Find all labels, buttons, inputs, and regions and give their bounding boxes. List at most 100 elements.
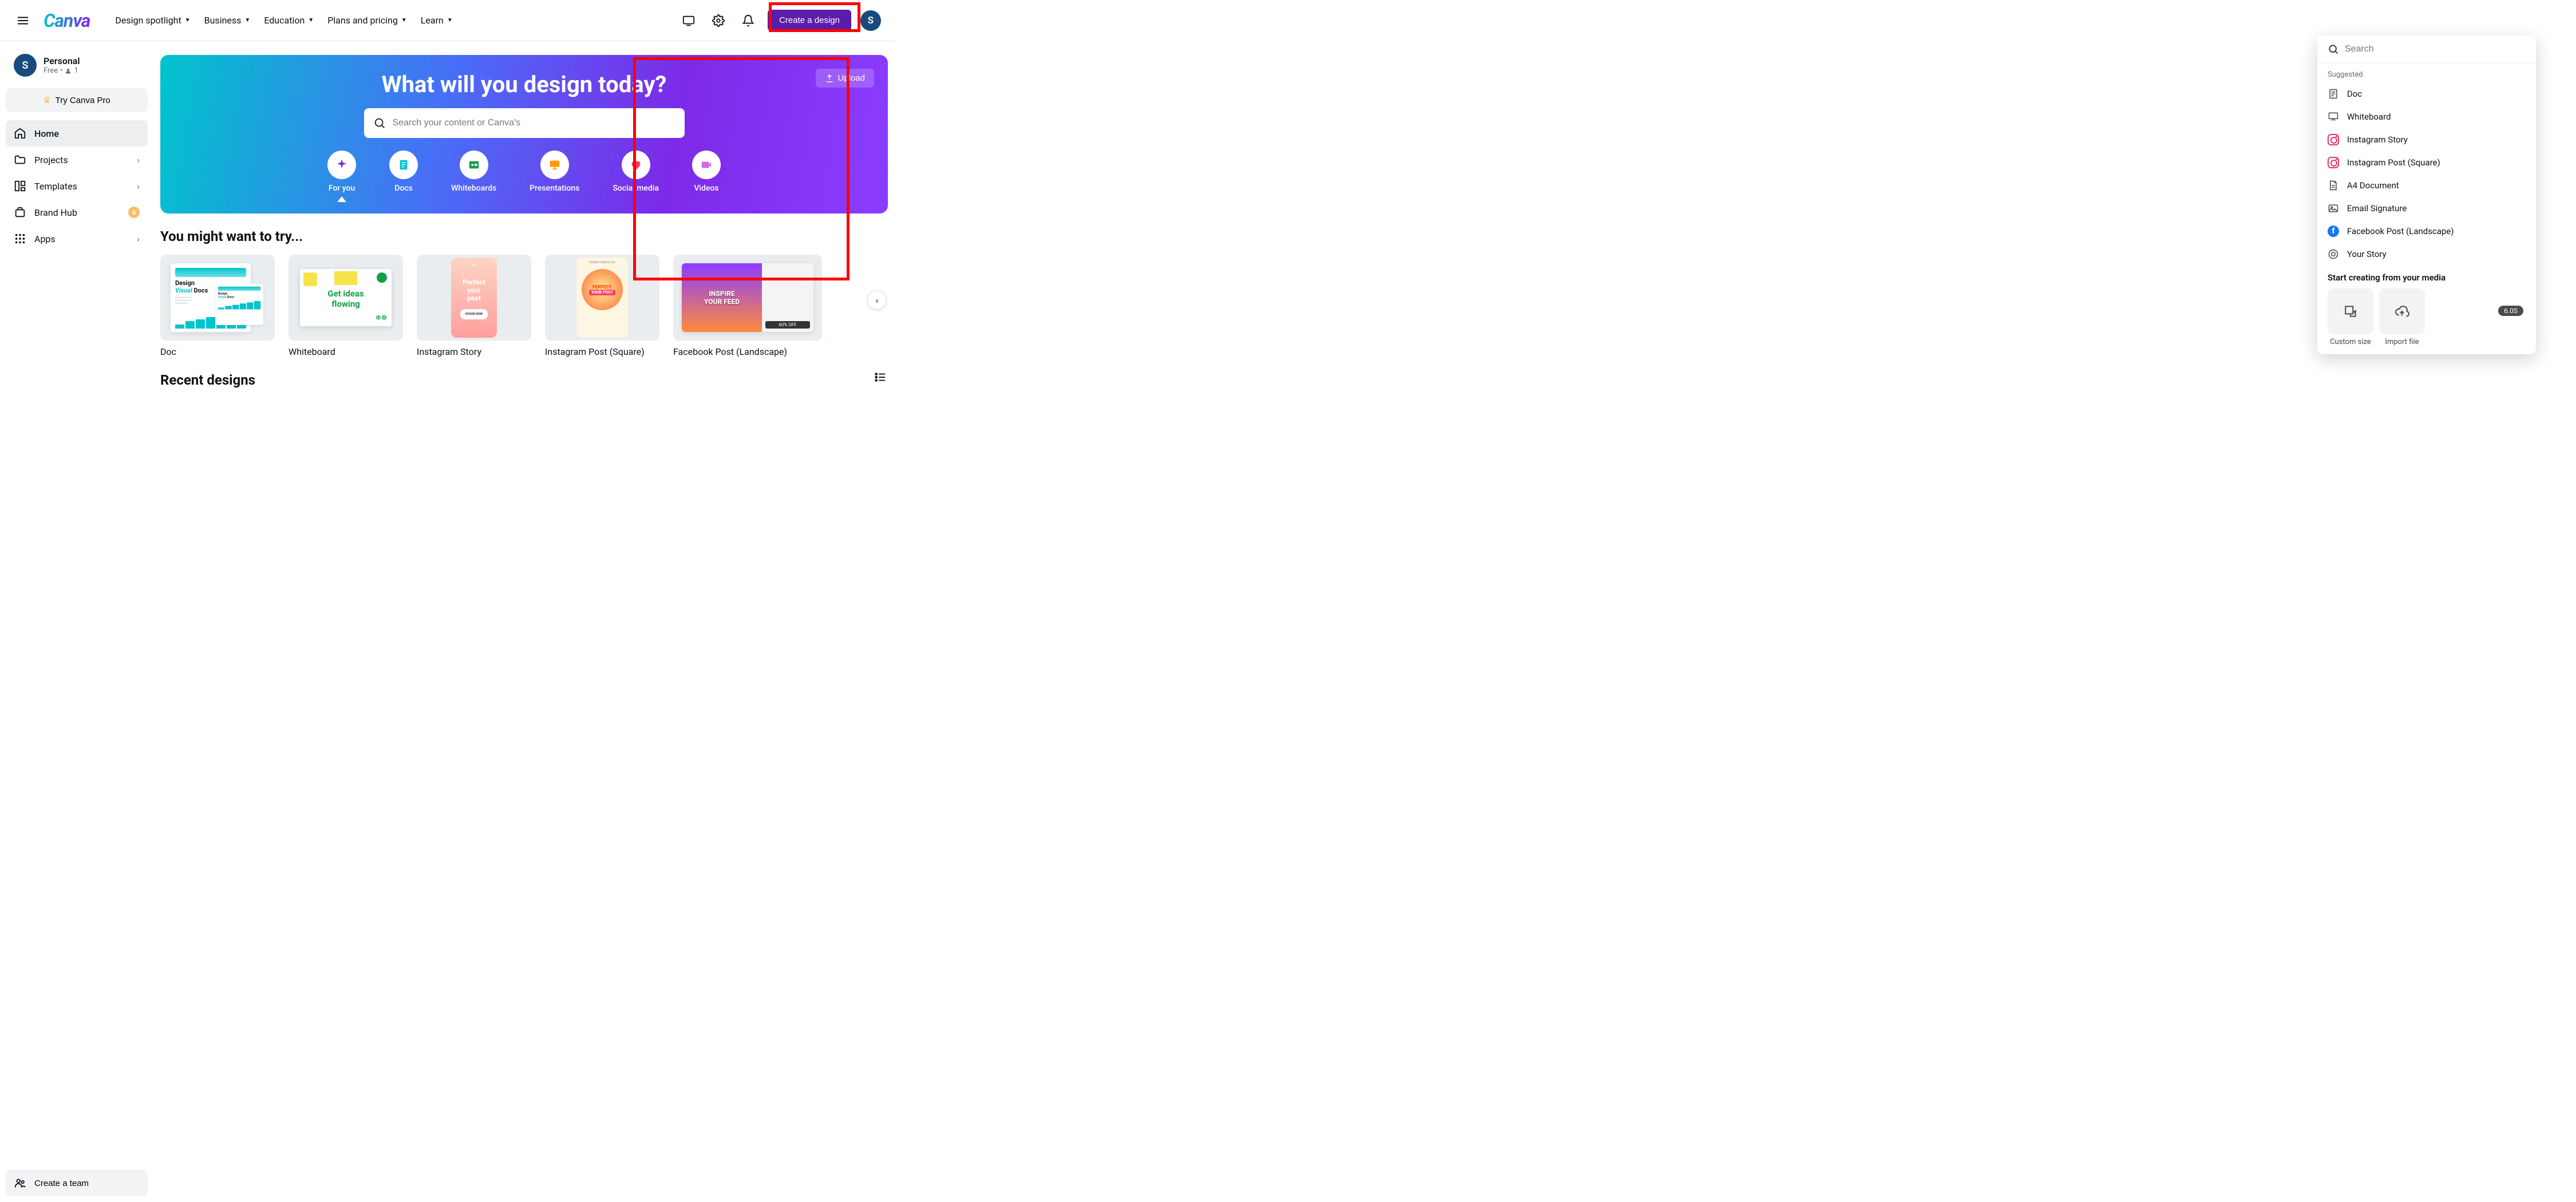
- gear-icon[interactable]: [708, 10, 729, 31]
- top-nav: Canva Design spotlight▼ Business▼ Educat…: [0, 0, 895, 41]
- thumb-text: Docs: [226, 295, 234, 299]
- bell-icon[interactable]: [738, 10, 758, 31]
- try-row: Design Visual Docs ━━━━━━━━━━━━━━━━━━━━━…: [160, 255, 888, 357]
- nav-label: Design spotlight: [115, 15, 181, 26]
- members-count: 1: [74, 66, 78, 75]
- try-card-doc[interactable]: Design Visual Docs ━━━━━━━━━━━━━━━━━━━━━…: [160, 255, 275, 357]
- nav-items: Design spotlight▼ Business▼ Education▼ P…: [115, 15, 674, 26]
- sugg-your-story[interactable]: Your Story: [2317, 243, 2536, 266]
- suggested-label: Suggested: [2317, 64, 2536, 82]
- avatar[interactable]: S: [860, 10, 881, 31]
- hero-search[interactable]: [364, 108, 685, 138]
- pro-badge-icon: ♛: [128, 207, 140, 218]
- presentation-icon: [548, 159, 561, 171]
- cat-docs[interactable]: Docs: [389, 151, 418, 202]
- thumb-text: DESIGN NOW: [460, 309, 488, 319]
- menu-icon[interactable]: [14, 11, 32, 30]
- scroll-right-button[interactable]: ›: [867, 290, 887, 310]
- recent-title: Recent designs: [160, 372, 255, 388]
- sidebar-item-templates[interactable]: Templates ›: [6, 173, 148, 199]
- sugg-label: Facebook Post (Landscape): [2347, 226, 2454, 236]
- docs-icon: [397, 159, 410, 171]
- card-label: Doc: [160, 346, 275, 357]
- card-label: Whiteboard: [289, 346, 403, 357]
- search-icon: [2328, 44, 2339, 55]
- try-card-ig-story[interactable]: ∞ Perfect your post DESIGN NOW Instagram…: [417, 255, 531, 357]
- nav-plans[interactable]: Plans and pricing▼: [327, 15, 407, 26]
- nav-business[interactable]: Business▼: [204, 15, 251, 26]
- thumb-text: your: [451, 286, 497, 294]
- logo[interactable]: Canva: [44, 10, 90, 31]
- tile-label: Import file: [2379, 338, 2425, 346]
- nav-learn[interactable]: Learn▼: [421, 15, 453, 26]
- try-card-ig-post[interactable]: SHARE YOUR STYLE PERFECT YOUR POST Insta…: [545, 255, 659, 357]
- search-icon: [373, 117, 386, 129]
- sidebar-item-brand-hub[interactable]: Brand Hub ♛: [6, 199, 148, 226]
- sidebar-item-projects[interactable]: Projects ›: [6, 147, 148, 173]
- cat-videos[interactable]: Videos: [692, 151, 721, 202]
- sidebar-item-label: Apps: [34, 234, 56, 244]
- thumb-text: Perfect: [451, 278, 497, 286]
- create-team-button[interactable]: Create a team: [6, 1170, 148, 1196]
- chevron-right-icon: ›: [137, 155, 140, 165]
- custom-size-tile[interactable]: Custom size: [2328, 288, 2373, 346]
- thumb-text: 60% OFF: [765, 321, 810, 329]
- thumb-text: YOUR POST: [589, 290, 615, 295]
- sidebar-item-apps[interactable]: Apps ›: [6, 226, 148, 252]
- nav-design-spotlight[interactable]: Design spotlight▼: [115, 15, 190, 26]
- sugg-fb-post[interactable]: f Facebook Post (Landscape): [2317, 220, 2536, 243]
- account-block[interactable]: S Personal Free• 1: [6, 50, 148, 85]
- sugg-a4[interactable]: A4 Document: [2317, 174, 2536, 197]
- instagram-icon: [2328, 157, 2339, 168]
- hero-categories: For you Docs Whiteboards Presentations S…: [174, 151, 874, 202]
- sugg-ig-story[interactable]: Instagram Story: [2317, 128, 2536, 151]
- list-view-icon[interactable]: [874, 371, 888, 385]
- top-icons: Create a design S: [678, 10, 881, 31]
- sidebar-item-label: Projects: [34, 155, 68, 165]
- sidebar-item-label: Templates: [34, 181, 77, 192]
- dropdown-search-input[interactable]: [2345, 44, 2526, 54]
- sidebar-item-home[interactable]: Home: [6, 120, 148, 147]
- folder-icon: [14, 153, 26, 166]
- hero-search-input[interactable]: [393, 118, 675, 128]
- upload-button[interactable]: Upload: [816, 69, 874, 88]
- sugg-doc[interactable]: Doc: [2317, 82, 2536, 105]
- cat-social-media[interactable]: Social media: [613, 151, 659, 202]
- try-card-whiteboard[interactable]: ✻❁ Get ideas flowing Whiteboard: [289, 255, 403, 357]
- try-card-fb-post[interactable]: INSPIRE YOUR FEED 60% OFF Facebook Post …: [673, 255, 822, 357]
- sugg-email-signature[interactable]: Email Signature: [2317, 197, 2536, 220]
- try-pro-button[interactable]: ♛ Try Canva Pro: [6, 88, 148, 112]
- card-label: Instagram Post (Square): [545, 346, 659, 357]
- nav-education[interactable]: Education▼: [264, 15, 314, 26]
- cat-label: Whiteboards: [451, 184, 496, 193]
- upload-label: Upload: [837, 73, 865, 83]
- thumb-text: Docs: [192, 287, 208, 294]
- sidebar: S Personal Free• 1 ♛ Try Canva Pro Home …: [0, 41, 153, 412]
- thumb-text: flowing: [306, 299, 386, 309]
- cat-label: Social media: [613, 184, 659, 193]
- cat-presentations[interactable]: Presentations: [530, 151, 579, 202]
- dropdown-search[interactable]: [2317, 35, 2536, 64]
- desktop-icon[interactable]: [678, 10, 699, 31]
- sugg-label: Email Signature: [2347, 203, 2407, 213]
- sugg-label: Instagram Story: [2347, 135, 2408, 145]
- upload-icon: [825, 74, 834, 83]
- cat-whiteboards[interactable]: Whiteboards: [451, 151, 496, 202]
- account-name: Personal: [44, 56, 80, 66]
- plan-label: Free: [44, 66, 58, 75]
- sugg-whiteboard[interactable]: Whiteboard: [2317, 105, 2536, 128]
- hero-banner: Upload What will you design today? For y…: [160, 55, 888, 213]
- chevron-right-icon: ›: [137, 234, 140, 244]
- cat-for-you[interactable]: For you: [327, 151, 356, 202]
- doc-icon: [2328, 88, 2339, 100]
- create-design-button[interactable]: Create a design: [768, 10, 851, 31]
- card-label: Facebook Post (Landscape): [673, 346, 822, 357]
- thumb-text: YOUR FEED: [704, 298, 740, 306]
- chevron-down-icon: ▼: [401, 17, 407, 23]
- sugg-ig-post[interactable]: Instagram Post (Square): [2317, 151, 2536, 174]
- import-file-tile[interactable]: Import file: [2379, 288, 2425, 346]
- sidebar-item-label: Brand Hub: [34, 207, 77, 218]
- story-icon: [2328, 248, 2339, 260]
- whiteboard-icon: [2328, 111, 2339, 122]
- thumb-text: SHARE YOUR STYLE: [576, 261, 628, 264]
